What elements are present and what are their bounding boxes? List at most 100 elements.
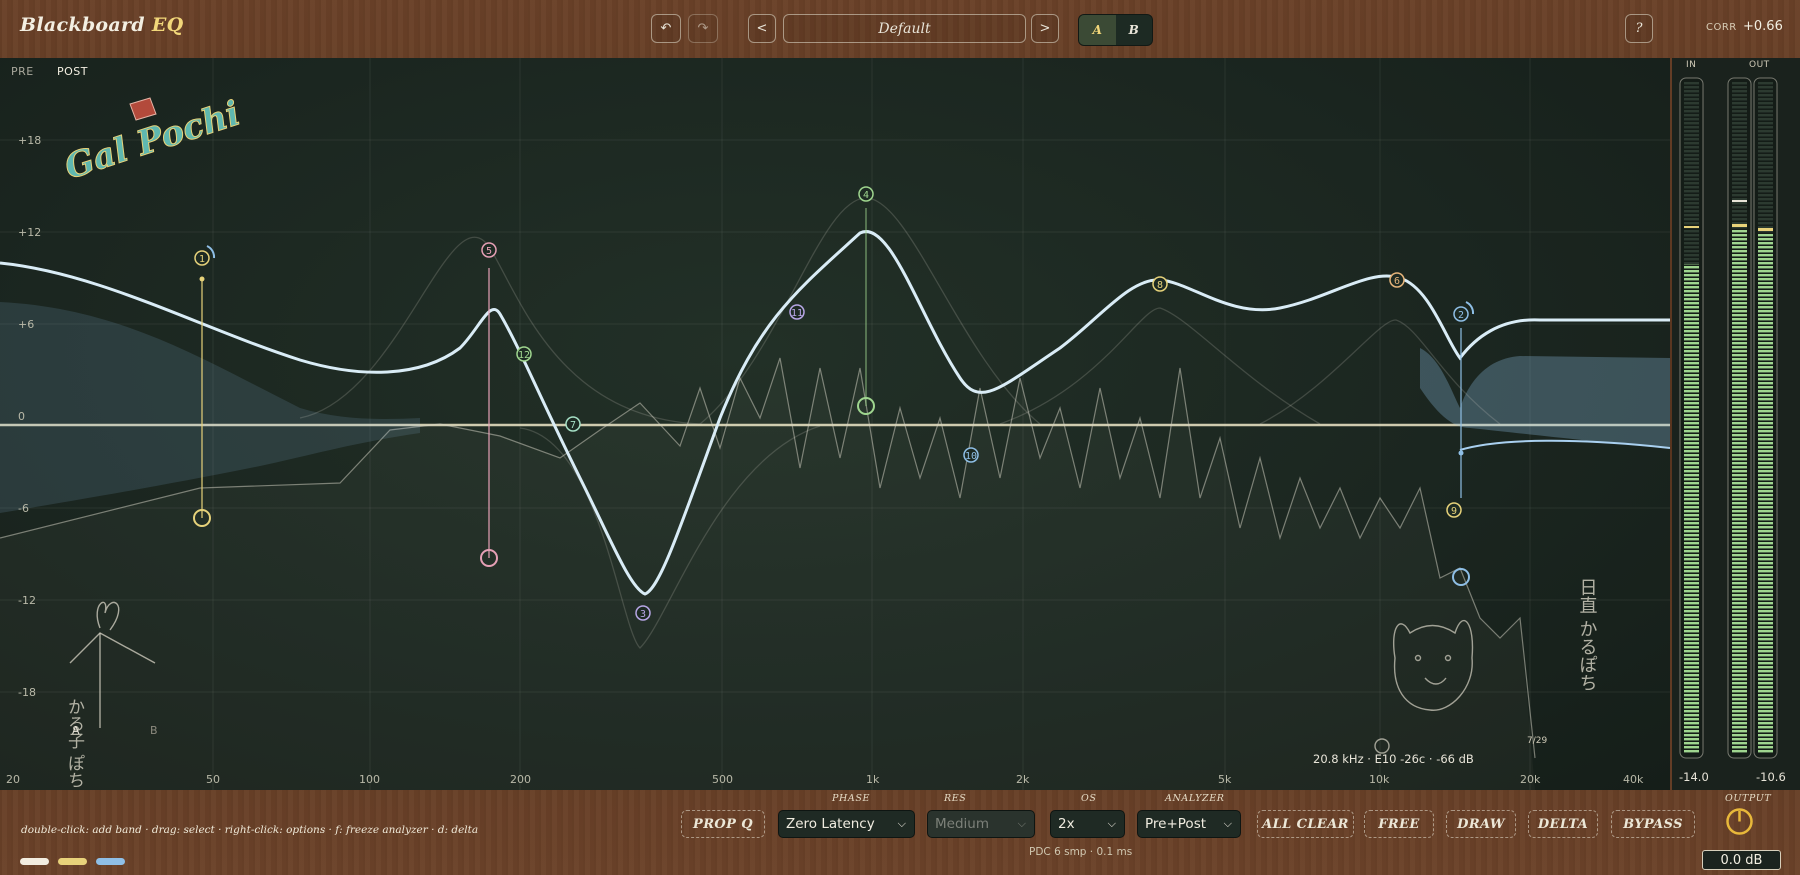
redo-button[interactable]: ↷ bbox=[688, 14, 718, 43]
db-label-minus18: -18 bbox=[18, 686, 36, 699]
out-meter-label: OUT bbox=[1749, 60, 1770, 70]
help-icon: ? bbox=[1635, 21, 1643, 36]
eq-graph[interactable]: 1 5 12 7 3 11 4 10 8 6 2 9 Gal Pochi かる子… bbox=[0, 58, 1670, 790]
prop-q-button[interactable]: PROP Q bbox=[681, 810, 765, 838]
res-dropdown[interactable]: Medium ⌵ bbox=[927, 810, 1035, 838]
a-button[interactable]: A bbox=[1079, 15, 1116, 45]
preset-name[interactable]: Default bbox=[783, 14, 1026, 43]
freq-label-20: 20 bbox=[6, 773, 20, 786]
db-label-zero: 0 bbox=[18, 410, 25, 423]
tab-post[interactable]: POST bbox=[57, 65, 88, 78]
all-clear-button[interactable]: ALL CLEAR bbox=[1257, 810, 1354, 838]
output-knob[interactable] bbox=[1725, 807, 1754, 836]
analyzer-value: Pre+Post bbox=[1145, 816, 1207, 832]
out-meter-value: -10.6 bbox=[1756, 770, 1786, 784]
res-label: RES bbox=[944, 793, 967, 804]
preset-label: Default bbox=[878, 20, 931, 37]
undo-button[interactable]: ↶ bbox=[651, 14, 681, 43]
freq-label-500: 500 bbox=[712, 773, 733, 786]
b-button[interactable]: B bbox=[1116, 15, 1153, 45]
band-9-number: 9 bbox=[1451, 506, 1457, 517]
db-label-minus6: -6 bbox=[18, 502, 29, 515]
os-label: OS bbox=[1081, 793, 1097, 804]
freq-label-100: 100 bbox=[359, 773, 380, 786]
analyzer-dropdown[interactable]: Pre+Post ⌵ bbox=[1137, 810, 1241, 838]
swatch-blue[interactable] bbox=[96, 858, 125, 865]
free-button[interactable]: FREE bbox=[1364, 810, 1434, 838]
out-meter-r-level bbox=[1758, 234, 1773, 754]
band-5-number: 5 bbox=[486, 246, 492, 257]
band-1-number: 1 bbox=[199, 254, 205, 265]
help-hint: double-click: add band · drag: select · … bbox=[21, 824, 479, 836]
meter-graphics bbox=[1679, 77, 1778, 759]
chevron-down-icon: ⌵ bbox=[1223, 817, 1232, 830]
freq-label-40k: 40k bbox=[1623, 773, 1644, 786]
in-meter-value: -14.0 bbox=[1679, 770, 1709, 784]
corr-label: CORR bbox=[1706, 22, 1737, 33]
band-3-number: 3 bbox=[640, 609, 646, 620]
os-dropdown[interactable]: 2x ⌵ bbox=[1050, 810, 1125, 838]
redo-icon: ↷ bbox=[697, 21, 709, 36]
app-name-accent: EQ bbox=[151, 14, 184, 36]
band-4-number: 4 bbox=[863, 190, 869, 201]
chevron-right-icon: > bbox=[1039, 21, 1051, 36]
doodle-date: 7/29 bbox=[1527, 736, 1547, 746]
freq-label-1k: 1k bbox=[866, 773, 880, 786]
doodle-left-text: かる子 ぽち bbox=[64, 698, 85, 788]
doodle-b: B bbox=[150, 724, 158, 737]
freq-label-50: 50 bbox=[206, 773, 220, 786]
phase-dropdown[interactable]: Zero Latency ⌵ bbox=[778, 810, 915, 838]
doodle-a: A bbox=[72, 724, 80, 737]
freq-label-10k: 10k bbox=[1369, 773, 1390, 786]
freq-label-200: 200 bbox=[510, 773, 531, 786]
plugin-window: Blackboard EQ ↶ ↷ < Default > A B ? CORR… bbox=[0, 0, 1800, 875]
freq-label-2k: 2k bbox=[1016, 773, 1030, 786]
chevron-down-icon: ⌵ bbox=[1017, 817, 1026, 830]
band-8-number: 8 bbox=[1157, 280, 1163, 291]
swatch-white[interactable] bbox=[20, 858, 49, 865]
phase-label: PHASE bbox=[832, 793, 870, 804]
db-label-minus12: -12 bbox=[18, 594, 36, 607]
next-preset-button[interactable]: > bbox=[1031, 14, 1059, 43]
tab-pre[interactable]: PRE bbox=[11, 65, 34, 78]
pdc-readout: PDC 6 smp · 0.1 ms bbox=[1029, 846, 1133, 858]
db-label-plus18: +18 bbox=[18, 134, 42, 147]
res-value: Medium bbox=[935, 816, 989, 832]
analyzer-label: ANALYZER bbox=[1165, 793, 1225, 804]
chevron-left-icon: < bbox=[756, 21, 768, 36]
bottom-bar: double-click: add band · drag: select · … bbox=[0, 790, 1800, 875]
band-10-number: 10 bbox=[965, 451, 977, 462]
level-meters: IN OUT -14.0 -10.6 bbox=[1672, 58, 1800, 790]
freq-label-5k: 5k bbox=[1218, 773, 1232, 786]
top-bar: Blackboard EQ ↶ ↷ < Default > A B ? CORR… bbox=[0, 0, 1800, 56]
doodle-logo: Gal Pochi bbox=[59, 93, 245, 188]
band-11-number: 11 bbox=[791, 308, 803, 319]
pre-band-right bbox=[1420, 348, 1670, 448]
eq-display[interactable]: 1 5 12 7 3 11 4 10 8 6 2 9 Gal Pochi かる子… bbox=[0, 58, 1670, 790]
undo-icon: ↶ bbox=[660, 21, 672, 36]
in-meter-level bbox=[1684, 264, 1699, 754]
in-meter-label: IN bbox=[1686, 60, 1697, 70]
prev-preset-button[interactable]: < bbox=[748, 14, 776, 43]
doodle-right-text: 日直 かるぽち bbox=[1577, 578, 1598, 692]
swatch-yellow[interactable] bbox=[58, 858, 87, 865]
band-12-number: 12 bbox=[518, 350, 530, 361]
app-logo: Blackboard EQ bbox=[20, 14, 183, 36]
chevron-down-icon: ⌵ bbox=[897, 817, 906, 830]
db-label-plus6: +6 bbox=[18, 318, 35, 331]
app-name: Blackboard bbox=[20, 14, 145, 36]
draw-button[interactable]: DRAW bbox=[1446, 810, 1516, 838]
ab-compare: A B bbox=[1078, 14, 1153, 46]
output-value[interactable]: 0.0 dB bbox=[1702, 850, 1781, 870]
corr-value: +0.66 bbox=[1743, 19, 1783, 34]
band-6-number: 6 bbox=[1394, 276, 1400, 287]
delta-button[interactable]: DELTA bbox=[1528, 810, 1598, 838]
cursor-readout: 20.8 kHz · E10 -26c · -66 dB bbox=[1313, 752, 1474, 766]
help-button[interactable]: ? bbox=[1625, 14, 1653, 43]
out-meter-l-level bbox=[1732, 230, 1747, 754]
phase-value: Zero Latency bbox=[786, 816, 875, 832]
bypass-button[interactable]: BYPASS bbox=[1611, 810, 1695, 838]
band-7-number: 7 bbox=[570, 420, 576, 431]
db-label-plus12: +12 bbox=[18, 226, 42, 239]
freq-label-20k: 20k bbox=[1520, 773, 1541, 786]
